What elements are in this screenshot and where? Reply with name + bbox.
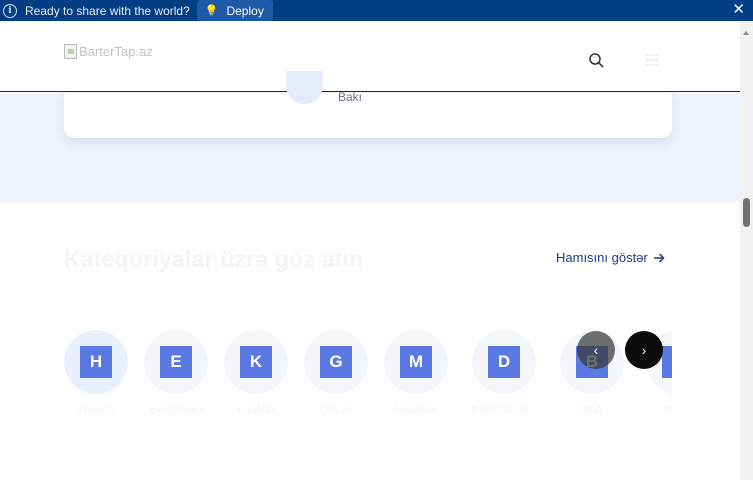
avatar	[286, 71, 323, 104]
menu-icon[interactable]	[645, 54, 659, 66]
category-letter-icon: K	[240, 346, 272, 378]
broken-image-icon	[64, 44, 77, 59]
listing-card[interactable]: Bakı	[64, 71, 672, 138]
show-all-link[interactable]: Hamısını göstər	[556, 250, 665, 265]
categories-title: Kateqoriyalar üzrə göz atın	[64, 246, 364, 272]
carousel-next-button[interactable]: ›	[625, 331, 663, 369]
scrollbar-thumb[interactable]	[743, 198, 750, 227]
category-letter-icon: M	[400, 346, 432, 378]
category-item[interactable]: D Dəmirsəmə...	[471, 330, 537, 430]
category-letter-icon: G	[320, 346, 352, 378]
category-name: Oyun	[664, 404, 672, 416]
carousel-prev-button[interactable]: ‹	[577, 331, 615, 369]
category-item[interactable]: K Kitablar	[224, 330, 288, 430]
category-item[interactable]: M Mebellər	[384, 330, 448, 430]
logo-alt-text: BarterTap.az	[79, 44, 153, 59]
card-city: Bakı	[338, 90, 363, 104]
vertical-scrollbar[interactable]	[740, 21, 753, 480]
logo[interactable]: BarterTap.az	[64, 44, 153, 59]
deploy-banner: i Ready to share with the world? 💡 Deplo…	[0, 0, 753, 21]
category-item[interactable]: G Geyim	[304, 330, 368, 430]
arrow-right-icon	[653, 252, 665, 263]
category-letter-icon: E	[160, 346, 192, 378]
rocket-icon: 💡	[204, 5, 219, 17]
deploy-label: Deploy	[226, 3, 264, 18]
category-letter-icon: H	[80, 346, 112, 378]
hero-section: Bakı	[0, 71, 740, 202]
site-header: BarterTap.az	[0, 21, 740, 92]
chevron-right-icon: ›	[641, 342, 647, 358]
show-all-label: Hamısını göstər	[556, 250, 648, 265]
category-letter-icon: O	[662, 346, 672, 378]
category-item[interactable]: H Hamısı	[64, 330, 128, 430]
close-icon[interactable]: ✕	[732, 2, 745, 18]
info-icon: i	[3, 3, 17, 18]
banner-message: Ready to share with the world?	[25, 3, 190, 18]
deploy-button[interactable]: 💡 Deploy	[196, 0, 273, 21]
chevron-left-icon: ‹	[593, 342, 599, 358]
scroll-up-arrow-icon[interactable]	[743, 31, 749, 35]
search-icon[interactable]	[588, 52, 604, 68]
category-letter-icon: D	[488, 346, 520, 378]
category-item[interactable]: E Elektronika	[144, 330, 208, 430]
